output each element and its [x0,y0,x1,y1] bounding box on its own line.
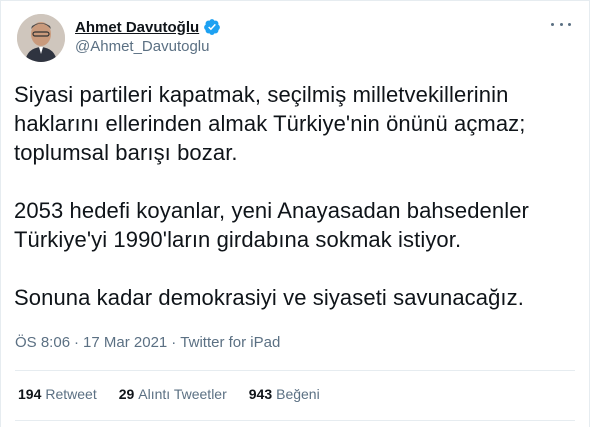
like-stat[interactable]: 943 Beğeni [249,386,320,402]
like-label: Beğeni [276,386,320,402]
quote-tweet-stat[interactable]: 29 Alıntı Tweetler [119,386,227,402]
more-options-icon[interactable] [551,19,571,29]
quote-tweet-label: Alıntı Tweetler [138,386,227,402]
tweet-date[interactable]: 17 Mar 2021 [83,334,167,351]
divider [15,370,575,371]
divider [15,420,575,421]
avatar-portrait-icon [17,14,65,62]
tweet-text: Siyasi partileri kapatmak, seçilmiş mill… [14,80,579,312]
author-display-name[interactable]: Ahmet Davutoğlu [75,19,199,36]
verified-badge-icon [204,19,221,35]
tweet-source[interactable]: Twitter for iPad [180,334,280,351]
more-dot [559,22,563,26]
tweet-paragraph: Siyasi partileri kapatmak, seçilmiş mill… [14,82,526,165]
author-name-row: Ahmet Davutoğlu [75,17,221,37]
more-dot [551,22,554,26]
author-handle[interactable]: @Ahmet_Davutoglu [75,38,209,55]
retweet-count: 194 [18,386,42,402]
engagement-stats: 194 Retweet 29 Alıntı Tweetler 943 Beğeni [18,386,320,402]
tweet-time[interactable]: ÖS 8:06 [15,334,70,351]
retweet-label: Retweet [45,386,97,402]
like-count: 943 [248,386,273,402]
tweet-paragraph: Sonuna kadar demokrasiyi ve siyaseti sav… [14,285,524,310]
tweet-card: Ahmet Davutoğlu @Ahmet_Davutoglu Siyasi … [0,0,590,427]
tweet-paragraph: 2053 hedefi koyanlar, yeni Anayasadan ba… [14,198,529,252]
more-dot [568,22,571,26]
retweet-stat[interactable]: 194 Retweet [18,386,97,402]
tweet-metadata: ÖS 8:06 · 17 Mar 2021 · Twitter for iPad [15,334,280,351]
meta-separator: · [171,334,177,351]
meta-separator: · [74,334,80,351]
avatar[interactable] [17,14,65,62]
quote-tweet-count: 29 [118,386,135,402]
